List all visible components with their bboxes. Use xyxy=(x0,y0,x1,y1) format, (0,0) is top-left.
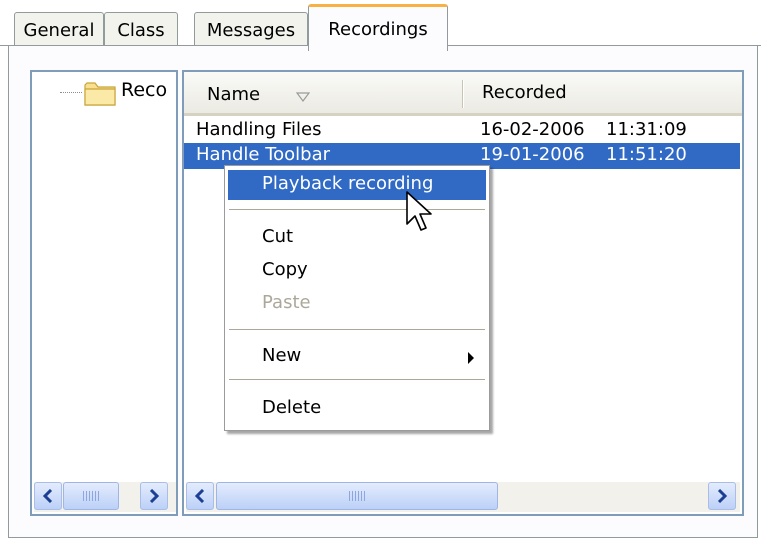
column-header-recorded[interactable]: Recorded xyxy=(482,82,567,103)
menu-separator xyxy=(229,329,485,330)
tab-messages[interactable]: Messages xyxy=(194,12,308,47)
grip-icon xyxy=(349,491,365,501)
mouse-pointer-icon xyxy=(406,191,432,231)
row-name: Handle Toolbar xyxy=(196,144,331,165)
tree-connector xyxy=(60,92,82,93)
tree-pane[interactable] xyxy=(30,70,178,516)
tab-class[interactable]: Class xyxy=(104,12,178,47)
column-header-name[interactable]: Name xyxy=(207,84,260,105)
tab-recordings-label: Recordings xyxy=(328,18,428,40)
menu-item-label: Delete xyxy=(262,397,322,418)
list-scroll-thumb[interactable] xyxy=(216,482,498,510)
menu-item-copy[interactable]: Copy xyxy=(228,256,486,286)
menu-item-paste: Paste xyxy=(228,289,486,319)
context-menu: Playback recording Cut Copy Paste New De… xyxy=(224,165,490,431)
row-time: 11:51:20 xyxy=(606,144,687,165)
row-time: 11:31:09 xyxy=(606,119,687,140)
list-row[interactable]: Handling Files 16-02-2006 11:31:09 xyxy=(184,118,740,144)
folder-icon xyxy=(84,82,116,106)
menu-item-playback-recording[interactable]: Playback recording xyxy=(228,170,486,200)
tab-general-label: General xyxy=(23,19,95,41)
tab-messages-label: Messages xyxy=(206,19,296,41)
menu-item-delete[interactable]: Delete xyxy=(228,394,486,424)
scroll-left-icon xyxy=(194,489,205,503)
menu-item-cut[interactable]: Cut xyxy=(228,223,486,253)
row-date: 19-01-2006 xyxy=(480,144,585,165)
column-separator[interactable] xyxy=(462,80,464,108)
menu-item-label: New xyxy=(262,345,302,366)
menu-item-label: Cut xyxy=(262,226,294,247)
scroll-left-icon xyxy=(42,489,53,503)
scroll-right-icon xyxy=(717,489,728,503)
row-name: Handling Files xyxy=(196,119,322,140)
tree-scroll-right-button[interactable] xyxy=(140,482,168,510)
scroll-right-icon xyxy=(149,489,160,503)
menu-item-label: Paste xyxy=(262,292,311,313)
menu-item-new[interactable]: New xyxy=(228,342,486,372)
tab-recordings[interactable]: Recordings xyxy=(308,4,448,51)
tree-scroll-left-button[interactable] xyxy=(34,482,62,510)
grip-icon xyxy=(83,491,99,501)
tree-scroll-thumb[interactable] xyxy=(63,482,119,510)
sort-descending-icon xyxy=(296,92,310,102)
tab-general[interactable]: General xyxy=(14,12,104,47)
menu-item-label: Copy xyxy=(262,259,308,280)
tree-node-recordings[interactable]: Reco xyxy=(121,79,167,101)
submenu-arrow-icon xyxy=(468,352,474,364)
row-date: 16-02-2006 xyxy=(480,119,585,140)
tab-class-label: Class xyxy=(117,19,165,41)
menu-separator xyxy=(229,209,485,210)
tab-strip: General Class Messages Recordings xyxy=(0,0,761,51)
list-scroll-left-button[interactable] xyxy=(186,482,214,510)
menu-separator xyxy=(229,379,485,380)
list-scroll-right-button[interactable] xyxy=(708,482,736,510)
